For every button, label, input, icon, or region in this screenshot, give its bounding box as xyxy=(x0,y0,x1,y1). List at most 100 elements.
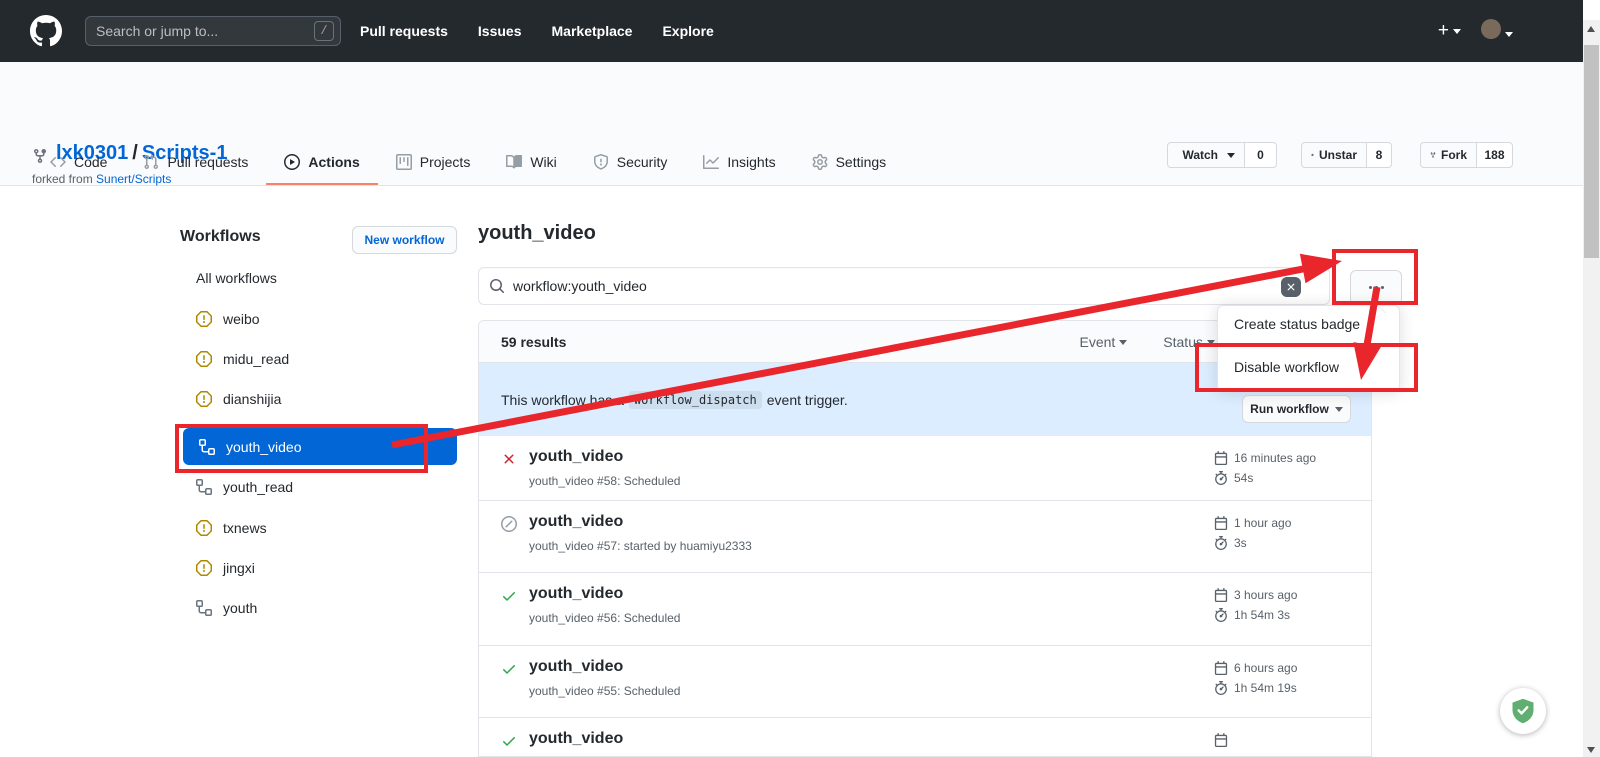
run-row[interactable]: youth_video youth_video #58: Scheduled 1… xyxy=(479,436,1371,501)
chevron-down-icon xyxy=(1227,153,1235,158)
chevron-down-icon xyxy=(1207,340,1215,345)
run-meta xyxy=(1214,730,1234,750)
slash-shortcut-hint: / xyxy=(314,21,334,41)
adguard-extension-button[interactable] xyxy=(1500,688,1546,734)
tab-pull-requests[interactable]: Pull requests xyxy=(125,140,266,185)
run-meta: 6 hours ago 1h 54m 19s xyxy=(1214,658,1297,698)
tab-wiki[interactable]: Wiki xyxy=(488,140,574,185)
fork-button[interactable]: Fork xyxy=(1420,142,1477,168)
run-options-button[interactable] xyxy=(1331,531,1343,543)
repo-header: lxk0301/Scripts-1 forked from Sunert/Scr… xyxy=(0,62,1583,186)
stopwatch-icon xyxy=(1214,471,1228,485)
tab-projects[interactable]: Projects xyxy=(378,140,489,185)
tab-code[interactable]: Code xyxy=(32,140,125,185)
search-icon xyxy=(489,278,505,294)
success-check-icon xyxy=(501,588,517,604)
scrollbar-track[interactable] xyxy=(1583,20,1600,757)
run-duration: 1h 54m 19s xyxy=(1234,681,1297,695)
create-new-menu[interactable]: + xyxy=(1438,21,1461,41)
workflow-icon xyxy=(196,600,212,616)
chevron-down-icon xyxy=(1453,29,1461,34)
sidebar-item-youth[interactable]: youth xyxy=(196,596,257,620)
nav-issues[interactable]: Issues xyxy=(478,23,522,39)
page-scrollbar[interactable] xyxy=(1583,0,1600,757)
event-filter-dropdown[interactable]: Event xyxy=(1079,334,1127,350)
sidebar-item-label: jingxi xyxy=(223,560,255,576)
tab-label: Wiki xyxy=(530,154,556,170)
menu-item-disable-workflow[interactable]: Disable workflow xyxy=(1218,344,1399,391)
user-menu[interactable] xyxy=(1481,19,1513,44)
sidebar-item-txnews[interactable]: txnews xyxy=(196,516,267,540)
nav-pull-requests[interactable]: Pull requests xyxy=(360,23,448,39)
star-count[interactable]: 8 xyxy=(1367,142,1392,168)
sidebar-item-weibo[interactable]: weibo xyxy=(196,307,260,331)
run-workflow-button[interactable]: Run workflow xyxy=(1242,395,1351,423)
run-time: 1 hour ago xyxy=(1234,516,1291,530)
failed-x-icon xyxy=(501,451,517,467)
sidebar-item-jingxi[interactable]: jingxi xyxy=(196,556,255,580)
sidebar-item-label: youth xyxy=(223,600,257,616)
run-time: 16 minutes ago xyxy=(1234,451,1316,465)
run-time: 6 hours ago xyxy=(1234,661,1297,675)
calendar-icon xyxy=(1214,451,1228,465)
repo-tabs: Code Pull requests Actions Projects Wiki… xyxy=(32,140,904,185)
run-options-button[interactable] xyxy=(1331,676,1343,688)
unstar-button[interactable]: Unstar xyxy=(1301,142,1367,168)
pull-request-icon xyxy=(143,154,159,170)
shield-icon xyxy=(593,154,609,170)
sidebar-item-label: youth_read xyxy=(223,479,293,495)
run-options-button[interactable] xyxy=(1331,462,1343,474)
sidebar-item-label: midu_read xyxy=(223,351,289,367)
sidebar-item-youth-video-selected[interactable]: youth_video xyxy=(183,428,457,465)
warning-icon xyxy=(196,311,212,327)
calendar-icon xyxy=(1214,588,1228,602)
page-title: youth_video xyxy=(478,222,596,245)
project-icon xyxy=(396,154,412,170)
sidebar-item-youth-read[interactable]: youth_read xyxy=(196,475,293,499)
scroll-up-arrow-icon[interactable] xyxy=(1587,26,1595,32)
nav-marketplace[interactable]: Marketplace xyxy=(552,23,633,39)
success-check-icon xyxy=(501,661,517,677)
run-workflow-label: Run workflow xyxy=(1250,402,1329,416)
workflow-filter-input[interactable] xyxy=(513,278,1319,294)
scrollbar-thumb[interactable] xyxy=(1584,45,1599,258)
tab-settings[interactable]: Settings xyxy=(794,140,905,185)
sidebar-item-label: txnews xyxy=(223,520,267,536)
tab-insights[interactable]: Insights xyxy=(685,140,793,185)
run-row[interactable]: youth_video youth_video #55: Scheduled 6… xyxy=(479,646,1371,718)
header-right: + xyxy=(1438,0,1513,62)
run-duration: 54s xyxy=(1234,471,1253,485)
fork-count[interactable]: 188 xyxy=(1477,142,1513,168)
sidebar-item-all-workflows[interactable]: All workflows xyxy=(196,266,277,290)
plus-icon: + xyxy=(1438,20,1449,41)
workflow-filter[interactable] xyxy=(478,267,1330,305)
run-row[interactable]: youth_video youth_video #56: Scheduled 3… xyxy=(479,573,1371,646)
warning-icon xyxy=(196,391,212,407)
sidebar-item-dianshijia[interactable]: dianshijia xyxy=(196,387,281,411)
global-search-input[interactable] xyxy=(96,23,314,39)
global-search[interactable]: / xyxy=(85,16,341,46)
warning-icon xyxy=(196,560,212,576)
tab-security[interactable]: Security xyxy=(575,140,686,185)
scroll-down-arrow-icon[interactable] xyxy=(1587,747,1595,753)
sidebar-item-label: All workflows xyxy=(196,270,277,286)
watch-button[interactable]: Watch xyxy=(1167,142,1245,168)
workflow-icon xyxy=(199,439,215,455)
nav-explore[interactable]: Explore xyxy=(662,23,713,39)
sidebar-item-label: weibo xyxy=(223,311,260,327)
workflow-options-menu: Create status badge Disable workflow xyxy=(1217,305,1400,392)
warning-icon xyxy=(196,351,212,367)
menu-item-create-status-badge[interactable]: Create status badge xyxy=(1218,306,1399,343)
tab-actions[interactable]: Actions xyxy=(266,140,377,185)
run-row[interactable]: youth_video youth_video #57: started by … xyxy=(479,501,1371,573)
github-logo-icon[interactable] xyxy=(30,15,62,47)
stopwatch-icon xyxy=(1214,536,1228,550)
sidebar-item-midu-read[interactable]: midu_read xyxy=(196,347,289,371)
chevron-down-icon xyxy=(1505,32,1513,37)
watch-count[interactable]: 0 xyxy=(1245,142,1277,168)
run-row[interactable]: youth_video xyxy=(479,718,1371,757)
status-filter-dropdown[interactable]: Status xyxy=(1163,334,1215,350)
clear-filter-button[interactable] xyxy=(1281,277,1301,297)
new-workflow-button[interactable]: New workflow xyxy=(352,226,457,254)
run-options-button[interactable] xyxy=(1331,603,1343,615)
